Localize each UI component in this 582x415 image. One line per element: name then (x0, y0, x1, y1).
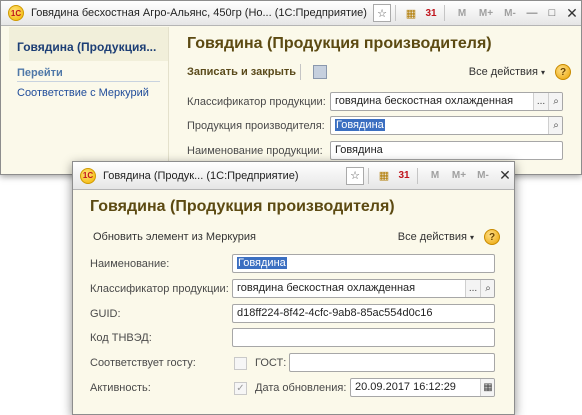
close-button[interactable]: ✕ (496, 167, 514, 185)
all-actions-menu[interactable]: Все действия ▾ (469, 66, 545, 78)
guid-field[interactable]: d18ff224-8f42-4cfc-9ab8-85ac554d0c16 (232, 304, 495, 323)
restore-button[interactable]: □ (543, 4, 561, 22)
divider (300, 64, 302, 80)
calculator-icon[interactable]: ▦ (375, 167, 393, 185)
guid-label: GUID: (90, 308, 121, 320)
dialog-titlebar[interactable]: 1С Говядина (Продук... (1С:Предприятие) … (73, 162, 514, 190)
favorites-star-icon[interactable]: ☆ (346, 166, 364, 185)
calendar-icon[interactable]: 31 (422, 4, 440, 22)
calculator-icon[interactable]: ▦ (402, 4, 420, 22)
divider (417, 167, 418, 184)
memory-m-button[interactable]: M (424, 167, 446, 185)
gost-match-checkbox[interactable] (234, 357, 247, 370)
product-window-background: 1С Говядина бесхостная Агро-Альянс, 450г… (0, 0, 582, 175)
gost-match-label: Соответствует госту: (90, 357, 196, 369)
name-value: Говядина (335, 144, 383, 156)
activity-checkbox[interactable]: ✓ (234, 382, 247, 395)
dialog-command-bar: Обновить элемент из Меркурия Все действи… (93, 228, 500, 246)
select-dots-button[interactable]: ... (465, 280, 480, 297)
memory-minus-button[interactable]: M- (499, 4, 521, 22)
name-field[interactable]: Говядина (330, 141, 563, 160)
update-date-field[interactable]: 20.09.2017 16:12:29 ▦ (350, 378, 495, 397)
producer-label: Продукция производителя: (187, 120, 325, 132)
name-label: Наименование продукции: (187, 145, 323, 157)
memory-plus-button[interactable]: M+ (475, 4, 497, 22)
select-dots-button[interactable]: ... (533, 93, 548, 110)
name-field[interactable]: Говядина (232, 254, 495, 273)
help-icon[interactable]: ? (484, 229, 500, 245)
classifier-label: Классификатор продукции: (187, 96, 326, 108)
close-button[interactable]: ✕ (563, 4, 581, 22)
save-icon[interactable] (313, 65, 328, 79)
dialog-title: Говядина (Продук... (1С:Предприятие) (103, 169, 299, 182)
tnved-label: Код ТНВЭД: (90, 332, 152, 344)
activity-label: Активность: (90, 382, 151, 394)
save-and-close-button[interactable]: Записать и закрыть (187, 66, 296, 78)
command-bar: Записать и закрыть Все действия ▾ ? (187, 63, 571, 81)
classifier-value: говядина бескостная охлажденная (237, 282, 416, 294)
calendar-icon[interactable]: 31 (395, 167, 413, 185)
update-from-mercury-button[interactable]: Обновить элемент из Меркурия (93, 231, 256, 243)
1c-logo-icon: 1С (80, 167, 96, 184)
update-date-value: 20.09.2017 16:12:29 (355, 381, 456, 393)
navigation-sidebar: Говядина (Продукция... Перейти Соответст… (9, 27, 169, 166)
divider (444, 5, 445, 21)
minimize-button[interactable]: — (523, 4, 541, 22)
product-dialog-window: 1С Говядина (Продук... (1С:Предприятие) … (72, 161, 515, 415)
memory-plus-button[interactable]: M+ (448, 167, 470, 185)
1c-logo-icon: 1С (8, 5, 24, 21)
memory-m-button[interactable]: M (451, 4, 473, 22)
classifier-field[interactable]: говядина бескостная охлажденная ... ⌕ (232, 279, 495, 298)
all-actions-label: Все действия (397, 231, 467, 243)
classifier-field[interactable]: говядина бескостная охлажденная ... ⌕ (330, 92, 563, 111)
classifier-value: говядина бескостная охлажденная (335, 95, 514, 107)
favorites-star-icon[interactable]: ☆ (373, 4, 391, 22)
all-actions-label: Все действия (468, 66, 538, 78)
tnved-field[interactable] (232, 328, 495, 347)
guid-value: d18ff224-8f42-4cfc-9ab8-85ac554d0c16 (237, 307, 433, 319)
sidebar-link-mercury[interactable]: Соответствие с Меркурий (9, 82, 168, 104)
producer-field[interactable]: Говядина ⌕ (330, 116, 563, 135)
name-value: Говядина (237, 257, 287, 269)
caret-down-icon: ▾ (540, 68, 545, 77)
gost-field[interactable] (289, 353, 495, 372)
window-title: Говядина бесхостная Агро-Альянс, 450гр (… (31, 7, 367, 19)
sidebar-header[interactable]: Говядина (Продукция... (9, 27, 168, 61)
producer-value: Говядина (335, 119, 385, 131)
name-label: Наименование: (90, 258, 170, 270)
search-icon[interactable]: ⌕ (548, 93, 562, 110)
sidebar-section-goto: Перейти (17, 61, 160, 82)
gost-label: ГОСТ: (255, 357, 287, 369)
divider (395, 5, 396, 21)
all-actions-menu[interactable]: Все действия ▾ (398, 231, 474, 243)
form-title: Говядина (Продукция производителя) (187, 35, 492, 52)
help-icon[interactable]: ? (555, 64, 571, 80)
window-titlebar[interactable]: 1С Говядина бесхостная Агро-Альянс, 450г… (1, 1, 581, 26)
calendar-picker-icon[interactable]: ▦ (480, 379, 494, 396)
memory-minus-button[interactable]: M- (472, 167, 494, 185)
update-date-label: Дата обновления: (255, 382, 347, 394)
divider (368, 167, 369, 184)
dialog-form-title: Говядина (Продукция производителя) (90, 198, 395, 215)
search-icon[interactable]: ⌕ (548, 117, 562, 134)
caret-down-icon: ▾ (469, 233, 474, 242)
search-icon[interactable]: ⌕ (480, 280, 494, 297)
classifier-label: Классификатор продукции: (90, 283, 229, 295)
check-icon: ✓ (236, 383, 245, 394)
